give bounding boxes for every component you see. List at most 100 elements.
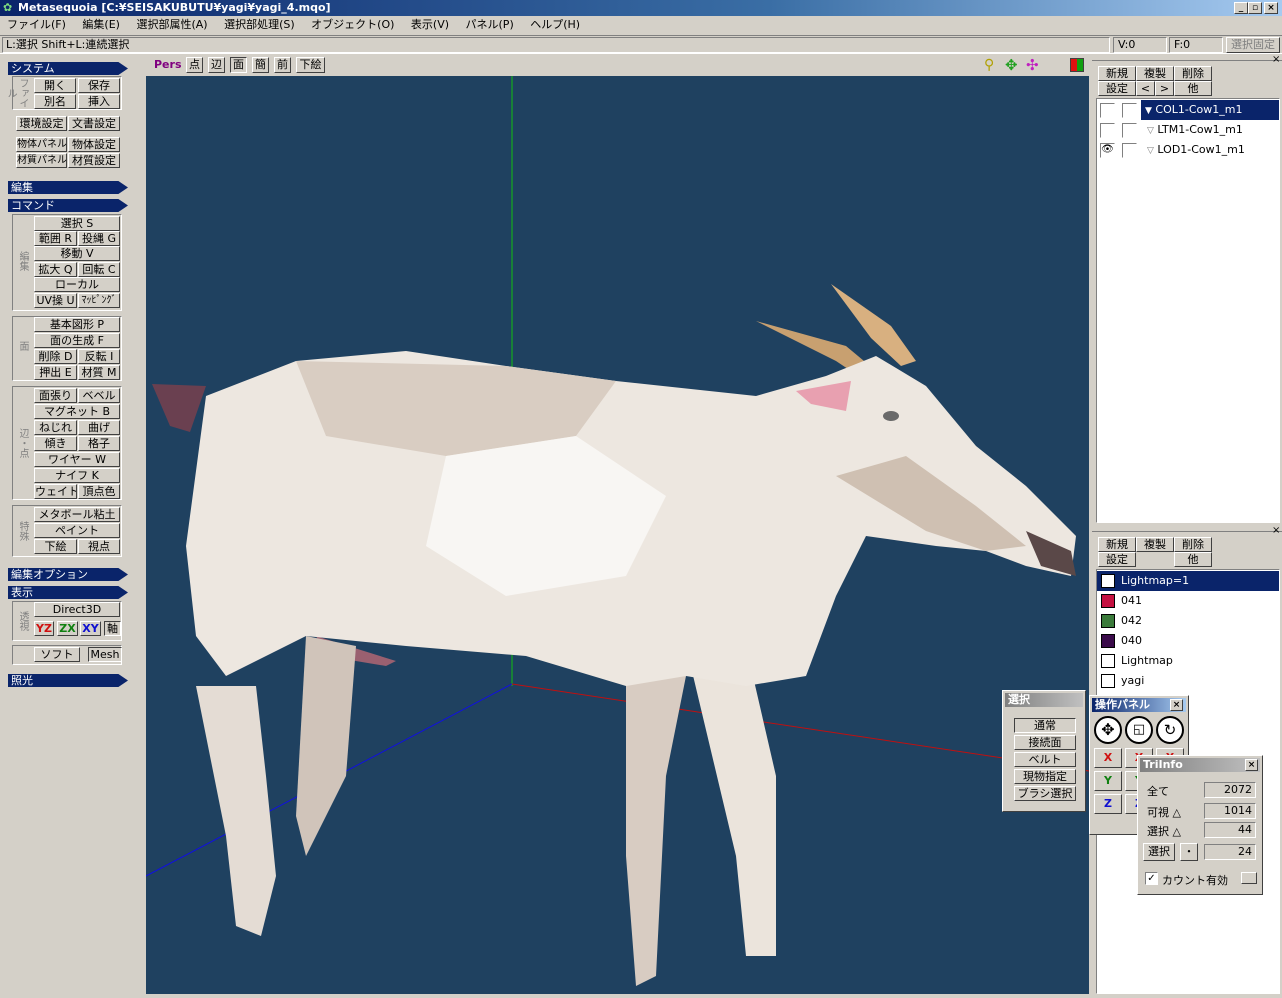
viewpoint-button[interactable]: 視点 bbox=[78, 539, 120, 554]
material-delete-button[interactable]: 削除 bbox=[1174, 537, 1212, 552]
object-copy-button[interactable]: 複製 bbox=[1136, 66, 1174, 81]
object-prev-button[interactable]: < bbox=[1136, 81, 1155, 96]
select-panel-title[interactable]: 選択 bbox=[1005, 693, 1083, 707]
object-lock-toggle[interactable] bbox=[1122, 123, 1137, 138]
material-settings-button[interactable]: 材質設定 bbox=[68, 153, 120, 168]
triinfo-close-button[interactable]: × bbox=[1245, 759, 1258, 771]
paint-button[interactable]: ペイント bbox=[34, 523, 120, 538]
rotate-gizmo-icon[interactable]: ↻ bbox=[1156, 716, 1184, 744]
primitive-button[interactable]: 基本図形 P bbox=[34, 317, 120, 332]
menu-selection-attr[interactable]: 選択部属性(A) bbox=[129, 16, 213, 34]
count-refresh-button[interactable] bbox=[1241, 872, 1257, 884]
section-system[interactable]: システム bbox=[8, 62, 128, 75]
direct3d-button[interactable]: Direct3D bbox=[34, 602, 120, 617]
display-color-icon[interactable] bbox=[1070, 58, 1084, 72]
section-edit-option[interactable]: 編集オプション bbox=[8, 568, 128, 581]
selection-lock-button[interactable]: 選択固定 bbox=[1226, 37, 1280, 53]
object-delete-button[interactable]: 削除 bbox=[1174, 66, 1212, 81]
material-panel-close-icon[interactable]: × bbox=[1272, 525, 1280, 536]
count-enabled-checkbox[interactable]: ✓ bbox=[1145, 872, 1158, 885]
mesh-toggle-button[interactable]: Mesh bbox=[88, 647, 122, 662]
section-display[interactable]: 表示 bbox=[8, 586, 128, 599]
projection-mode[interactable]: Pers bbox=[154, 58, 182, 71]
xy-view-button[interactable]: XY bbox=[80, 621, 101, 636]
simple-mode-button[interactable]: 簡 bbox=[252, 57, 269, 73]
select-tool-button[interactable]: 選択 S bbox=[34, 216, 120, 231]
material-row-yagi[interactable]: yagi bbox=[1097, 671, 1279, 691]
object-panel-close-icon[interactable]: × bbox=[1272, 54, 1280, 65]
object-row-ltm1[interactable]: ▽ LTM1-Cow1_m1 bbox=[1097, 120, 1279, 140]
local-tool-button[interactable]: ローカル bbox=[34, 277, 120, 292]
yz-view-button[interactable]: YZ bbox=[34, 621, 54, 636]
restore-button[interactable]: ▫ bbox=[1248, 2, 1262, 14]
object-row-lod1[interactable]: 👁 ▽ LOD1-Cow1_m1 bbox=[1097, 140, 1279, 160]
uv-tool-button[interactable]: UV操 U bbox=[34, 293, 77, 308]
material-row-041[interactable]: 041 bbox=[1097, 591, 1279, 611]
front-mode-button[interactable]: 前 bbox=[274, 57, 291, 73]
menu-view[interactable]: 表示(V) bbox=[404, 16, 455, 34]
object-panel-button[interactable]: 物体パネル bbox=[16, 137, 67, 152]
scale-tool-button[interactable]: 拡大 Q bbox=[34, 262, 77, 277]
object-lock-toggle[interactable] bbox=[1122, 143, 1137, 158]
object-visible-toggle[interactable] bbox=[1100, 103, 1115, 118]
face-stretch-button[interactable]: 面張り bbox=[34, 388, 77, 403]
material-new-button[interactable]: 新規 bbox=[1098, 537, 1136, 552]
object-settings-button[interactable]: 設定 bbox=[1098, 81, 1136, 96]
triinfo-select-button[interactable]: 選択 bbox=[1143, 843, 1175, 861]
invert-tool-button[interactable]: 反転 I bbox=[78, 349, 120, 364]
menu-selection-proc[interactable]: 選択部処理(S) bbox=[217, 16, 301, 34]
twist-button[interactable]: ねじれ bbox=[34, 420, 77, 435]
zx-view-button[interactable]: ZX bbox=[57, 621, 78, 636]
triinfo-title[interactable]: TriInfo bbox=[1140, 758, 1260, 772]
material-tool-button[interactable]: 材質 M bbox=[78, 365, 120, 380]
material-panel-button[interactable]: 材質パネル bbox=[16, 153, 67, 168]
menu-help[interactable]: ヘルプ(H) bbox=[523, 16, 586, 34]
material-other-button[interactable]: 他 bbox=[1174, 552, 1212, 567]
move-tool-button[interactable]: 移動 V bbox=[34, 246, 120, 261]
rotate-view-icon[interactable]: ✣ bbox=[1026, 57, 1042, 73]
mapping-tool-button[interactable]: ﾏｯﾋﾟﾝｸﾞ bbox=[78, 293, 120, 308]
section-command[interactable]: コマンド bbox=[8, 199, 128, 212]
section-edit[interactable]: 編集 bbox=[8, 181, 128, 194]
object-other-button[interactable]: 他 bbox=[1174, 81, 1212, 96]
metaball-button[interactable]: メタボール粘土 bbox=[34, 507, 120, 522]
x-axis-button[interactable]: X bbox=[1094, 748, 1122, 768]
extrude-tool-button[interactable]: 押出 E bbox=[34, 365, 77, 380]
weight-button[interactable]: ウェイト bbox=[34, 484, 77, 499]
close-button[interactable]: × bbox=[1264, 2, 1278, 14]
knife-button[interactable]: ナイフ K bbox=[34, 468, 120, 483]
lasso-tool-button[interactable]: 投縄 G bbox=[78, 231, 120, 246]
lattice-button[interactable]: 格子 bbox=[78, 436, 120, 451]
3d-viewport[interactable] bbox=[146, 76, 1089, 994]
menu-object[interactable]: オブジェクト(O) bbox=[304, 16, 400, 34]
select-normal-button[interactable]: 通常 bbox=[1014, 718, 1076, 733]
edge-mode-button[interactable]: 辺 bbox=[208, 57, 225, 73]
select-specific-button[interactable]: 現物指定 bbox=[1014, 769, 1076, 784]
object-lock-toggle[interactable] bbox=[1122, 103, 1137, 118]
pan-icon[interactable]: ✥ bbox=[1005, 57, 1021, 73]
wire-button[interactable]: ワイヤー W bbox=[34, 452, 120, 467]
doc-settings-button[interactable]: 文書設定 bbox=[68, 116, 120, 131]
material-row-lightmap[interactable]: Lightmap bbox=[1097, 651, 1279, 671]
soft-render-button[interactable]: ソフト bbox=[34, 647, 80, 662]
underlay-button[interactable]: 下絵 bbox=[34, 539, 77, 554]
minimize-button[interactable]: _ bbox=[1234, 2, 1248, 14]
face-gen-button[interactable]: 面の生成 F bbox=[34, 333, 120, 348]
open-button[interactable]: 開く bbox=[34, 78, 76, 93]
eye-icon[interactable]: 👁 bbox=[1100, 143, 1115, 158]
object-next-button[interactable]: > bbox=[1155, 81, 1174, 96]
delete-tool-button[interactable]: 削除 D bbox=[34, 349, 77, 364]
bend-button[interactable]: 曲げ bbox=[78, 420, 120, 435]
insert-button[interactable]: 挿入 bbox=[78, 94, 120, 109]
underlay-view-button[interactable]: 下絵 bbox=[296, 57, 325, 73]
menu-file[interactable]: ファイル(F) bbox=[0, 16, 72, 34]
object-visible-toggle[interactable] bbox=[1100, 123, 1115, 138]
vertex-mode-button[interactable]: 点 bbox=[186, 57, 203, 73]
magnet-button[interactable]: マグネット B bbox=[34, 404, 120, 419]
move-gizmo-icon[interactable]: ✥ bbox=[1094, 716, 1122, 744]
material-row-lightmap1[interactable]: Lightmap=1 bbox=[1097, 571, 1279, 591]
axis-toggle-button[interactable]: 軸 bbox=[104, 621, 121, 636]
select-brush-button[interactable]: ブラシ選択 bbox=[1014, 786, 1076, 801]
select-belt-button[interactable]: ベルト bbox=[1014, 752, 1076, 767]
tilt-button[interactable]: 傾き bbox=[34, 436, 77, 451]
